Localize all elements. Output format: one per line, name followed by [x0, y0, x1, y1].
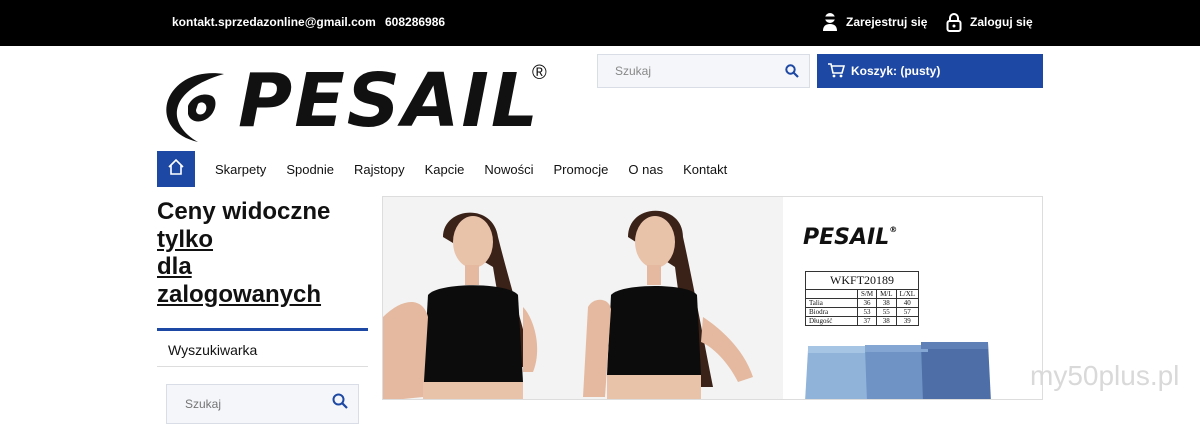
contact-phone[interactable]: 608286986 [385, 15, 445, 29]
size-cell: 37 [856, 316, 878, 326]
banner-brand-logo: PESAIL® [803, 225, 897, 250]
nav-item-o-nas[interactable]: O nas [618, 162, 673, 177]
size-cell: 57 [895, 307, 920, 317]
cart-button[interactable]: Koszyk: (pusty) [817, 54, 1043, 88]
size-cell: 38 [876, 298, 897, 308]
cart-label: Koszyk: (pusty) [851, 64, 941, 78]
search-section-heading: Wyszukiwarka [157, 331, 368, 367]
size-cell: 40 [895, 298, 920, 308]
size-cell: 38 [876, 316, 897, 326]
nav-item-spodnie[interactable]: Spodnie [276, 162, 344, 177]
login-prices-notice: Ceny widoczne tylko dla zalogowanych [157, 198, 368, 308]
header-search [597, 54, 810, 88]
register-label: Zarejestruj się [846, 15, 928, 29]
login-label: Zaloguj się [970, 15, 1033, 29]
size-header-empty [805, 289, 858, 299]
home-icon [167, 158, 185, 181]
model-photo [383, 210, 753, 399]
home-button[interactable] [157, 151, 195, 187]
product-banner[interactable]: PESAIL® WKFT20189 S/M M/L L/XL Talia 36 … [382, 196, 1043, 400]
nav-item-nowosci[interactable]: Nowości [474, 162, 543, 177]
banner-brand-text: PESAIL [803, 225, 890, 250]
nav-item-kapcie[interactable]: Kapcie [415, 162, 475, 177]
size-cell: 53 [856, 307, 878, 317]
jeans-photo [805, 342, 991, 399]
main-nav: Skarpety Spodnie Rajstopy Kapcie Nowości… [157, 151, 737, 187]
banner-brand-mark: ® [889, 225, 898, 234]
size-chart: WKFT20189 S/M M/L L/XL Talia 36 38 40 Bi… [804, 271, 920, 326]
search-icon[interactable] [785, 64, 799, 83]
logo-text: PESAIL [238, 58, 541, 144]
size-header: L/XL [895, 289, 920, 299]
search-input[interactable] [598, 55, 778, 87]
contact-email[interactable]: kontakt.sprzedazonline@gmail.com [172, 15, 376, 29]
user-icon [822, 12, 838, 32]
size-row-label: Biodra [805, 307, 858, 317]
logo-registered-mark: ® [532, 62, 547, 84]
logo-swoosh-icon [166, 73, 224, 142]
register-link[interactable]: Zarejestruj się [822, 12, 927, 32]
lock-icon [946, 12, 962, 32]
sidebar-search [166, 384, 359, 424]
site-watermark: my50plus.pl [1030, 360, 1180, 391]
nav-item-rajstopy[interactable]: Rajstopy [344, 162, 415, 177]
notice-link-dla[interactable]: dla [157, 253, 368, 281]
nav-item-kontakt[interactable]: Kontakt [673, 162, 737, 177]
sidebar-search-input[interactable] [167, 385, 327, 423]
size-cell: 36 [856, 298, 878, 308]
size-header: M/L [876, 289, 897, 299]
size-cell: 39 [895, 316, 920, 326]
size-header: S/M [856, 289, 878, 299]
search-icon[interactable] [332, 393, 348, 414]
sidebar: Ceny widoczne tylko dla zalogowanych Wys… [157, 198, 368, 424]
top-bar: kontakt.sprzedazonline@gmail.com 6082869… [0, 0, 1200, 46]
notice-link-tylko[interactable]: tylko [157, 226, 368, 254]
site-logo[interactable]: PESAIL ® [158, 62, 558, 148]
product-code: WKFT20189 [804, 271, 920, 290]
cart-icon [827, 62, 846, 81]
login-link[interactable]: Zaloguj się [946, 12, 1033, 32]
notice-link-zalogowanych[interactable]: zalogowanych [157, 281, 368, 309]
notice-line-1: Ceny widoczne [157, 198, 331, 225]
size-cell: 55 [876, 307, 897, 317]
nav-item-skarpety[interactable]: Skarpety [205, 162, 276, 177]
size-row-label: Talia [805, 298, 858, 308]
nav-item-promocje[interactable]: Promocje [543, 162, 618, 177]
size-row-label: Długość [805, 316, 858, 326]
